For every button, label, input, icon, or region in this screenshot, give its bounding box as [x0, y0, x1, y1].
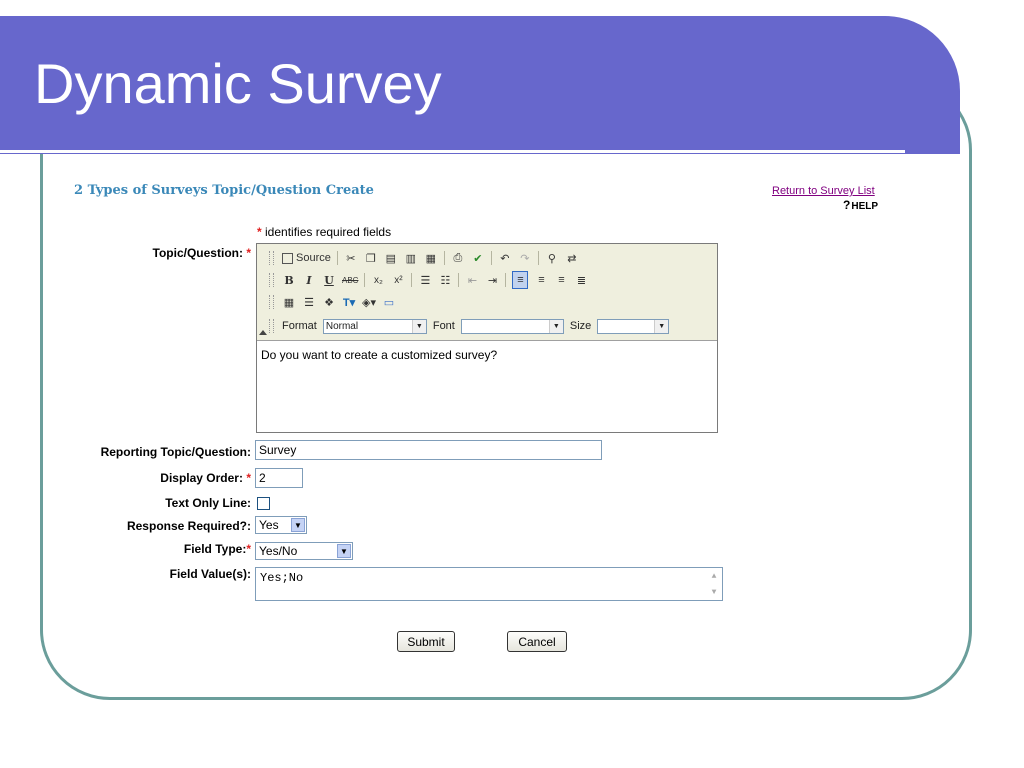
scroll-down-icon[interactable]: ▼ [709, 587, 719, 597]
print-icon[interactable]: ⎙ [451, 250, 465, 266]
scroll-up-icon[interactable]: ▲ [709, 571, 719, 581]
spellcheck-icon[interactable]: ✔ [471, 250, 485, 266]
horizontal-rule-icon[interactable]: ☰ [302, 294, 316, 310]
text-color-icon[interactable]: T▾ [342, 294, 356, 310]
title-underline [0, 150, 905, 153]
chevron-down-icon: ▼ [337, 544, 351, 558]
help-link[interactable]: ?HELP [843, 198, 878, 212]
title-band: Dynamic Survey [0, 16, 960, 154]
subscript-icon[interactable]: x₂ [371, 272, 385, 288]
align-center-icon[interactable]: ≡ [534, 272, 548, 288]
submit-button[interactable]: Submit [397, 631, 455, 652]
italic-icon[interactable]: I [302, 272, 316, 288]
align-left-icon[interactable]: ≡ [512, 271, 529, 289]
size-label: Size [569, 320, 592, 332]
form-heading: 2 Types of Surveys Topic/Question Create [74, 183, 374, 198]
background-color-icon[interactable]: ◈▾ [362, 294, 376, 310]
reporting-topic-input[interactable]: Survey [255, 440, 602, 460]
outdent-icon[interactable]: ⇤ [465, 272, 479, 288]
chevron-down-icon: ▼ [654, 319, 669, 333]
ordered-list-icon[interactable]: ☰ [418, 272, 432, 288]
copy-icon[interactable]: ❐ [364, 250, 378, 266]
special-char-icon[interactable]: ❖ [322, 294, 336, 310]
undo-icon[interactable]: ↶ [498, 250, 512, 266]
redo-icon[interactable]: ↷ [518, 250, 532, 266]
return-to-survey-list-link[interactable]: Return to Survey List [772, 185, 875, 197]
slide-title: Dynamic Survey [34, 52, 442, 115]
bold-icon[interactable]: B [282, 272, 296, 288]
strikethrough-icon[interactable]: ABC [342, 272, 358, 288]
field-type-label: Field Type:* [183, 542, 251, 556]
help-icon: ? [843, 198, 851, 212]
cut-icon[interactable]: ✂ [344, 250, 358, 266]
align-right-icon[interactable]: ≡ [554, 272, 568, 288]
required-note-text: identifies required fields [265, 225, 392, 239]
topic-question-label: Topic/Question: * [152, 246, 251, 260]
response-required-select[interactable]: Yes ▼ [255, 516, 307, 534]
chevron-down-icon: ▼ [411, 319, 426, 333]
cancel-button[interactable]: Cancel [507, 631, 567, 652]
unordered-list-icon[interactable]: ☷ [438, 272, 452, 288]
rich-text-editor[interactable]: Source ✂ ❐ ▤ ▥ ▦ ⎙ ✔ ↶ ↷ ⚲ ⇄ B I U ABC x… [256, 243, 718, 433]
paste-word-icon[interactable]: ▦ [424, 250, 438, 266]
paste-icon[interactable]: ▤ [384, 250, 398, 266]
underline-icon[interactable]: U [322, 272, 336, 288]
field-values-textarea[interactable]: Yes;No ▲ ▼ [255, 567, 723, 601]
find-icon[interactable]: ⚲ [545, 250, 559, 266]
format-select[interactable]: Normal ▼ [322, 318, 427, 334]
table-icon[interactable]: ▦ [282, 294, 296, 310]
format-label: Format [282, 320, 317, 332]
source-icon [282, 252, 293, 264]
reporting-topic-label: Reporting Topic/Question: [100, 445, 251, 459]
field-values-label: Field Value(s): [169, 567, 251, 581]
indent-icon[interactable]: ⇥ [485, 272, 499, 288]
field-type-select[interactable]: Yes/No ▼ [255, 542, 353, 560]
chevron-down-icon: ▼ [548, 319, 563, 333]
replace-icon[interactable]: ⇄ [565, 250, 579, 266]
justify-icon[interactable]: ≣ [574, 272, 588, 288]
display-order-input[interactable]: 2 [255, 468, 303, 488]
display-order-label: Display Order: * [160, 471, 251, 485]
help-label: HELP [851, 201, 879, 212]
font-select[interactable]: ▼ [460, 318, 564, 334]
paste-text-icon[interactable]: ▥ [404, 250, 418, 266]
required-star: * [257, 225, 262, 239]
chevron-down-icon: ▼ [291, 518, 305, 532]
text-only-line-checkbox[interactable] [257, 497, 270, 510]
editor-toolbar: Source ✂ ❐ ▤ ▥ ▦ ⎙ ✔ ↶ ↷ ⚲ ⇄ B I U ABC x… [257, 244, 717, 341]
text-only-line-label: Text Only Line: [165, 496, 251, 510]
size-select[interactable]: ▼ [597, 318, 670, 334]
source-button[interactable]: Source [282, 250, 331, 266]
required-note: * identifies required fields [257, 225, 391, 239]
collapse-toolbar-icon[interactable] [259, 330, 267, 335]
font-label: Font [432, 320, 455, 332]
editor-content[interactable]: Do you want to create a customized surve… [261, 348, 497, 362]
response-required-label: Response Required?: [126, 519, 251, 533]
superscript-icon[interactable]: x² [391, 272, 405, 288]
page-break-icon[interactable]: ▭ [382, 294, 396, 310]
